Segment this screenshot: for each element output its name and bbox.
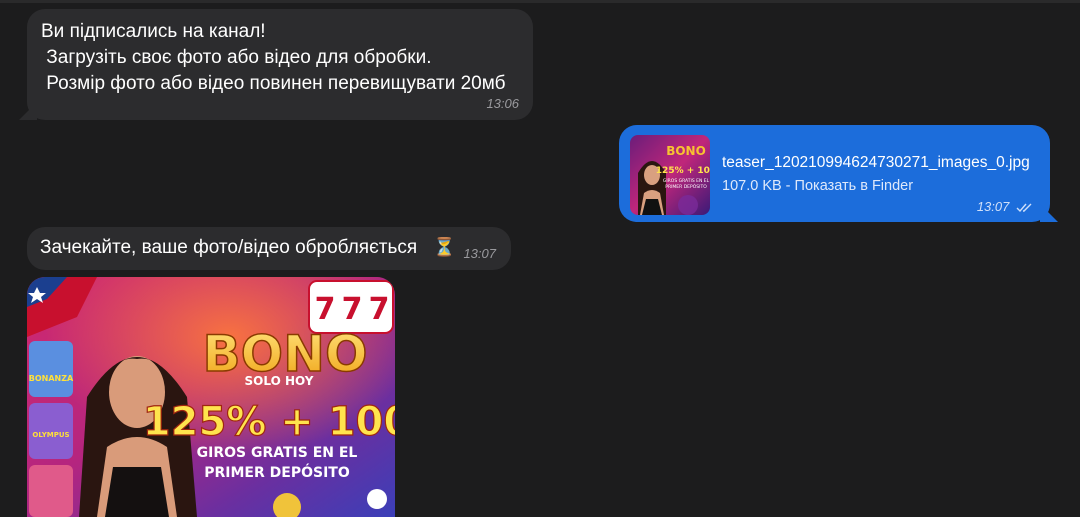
slot-digit: 7 <box>342 292 363 327</box>
message-text: Зачекайте, ваше фото/відео обробляється <box>40 237 418 258</box>
game-tile-label: OLYMPUS <box>32 431 69 439</box>
message-time: 13:07 <box>976 199 1010 214</box>
top-divider <box>0 0 1080 3</box>
promo-line1: GIROS GRATIS EN EL <box>197 445 358 461</box>
file-meta[interactable]: 107.0 KB - Показать в Finder <box>722 178 913 194</box>
thumbnail-image: BONO 125% + 100 GIROS GRATIS EN EL PRIME… <box>630 135 710 215</box>
incoming-photo[interactable]: BONANZA OLYMPUS 7 7 7 BONO SOLO HOY 125%… <box>27 277 395 517</box>
message-time-wrap: 13:07 <box>977 199 1034 214</box>
promo-line2: PRIMER DEPÓSITO <box>204 463 350 481</box>
message-time: 13:06 <box>486 96 519 111</box>
bubble-tail <box>19 102 37 120</box>
thumb-line1: GIROS GRATIS EN EL <box>663 178 710 184</box>
outgoing-file-message[interactable]: BONO 125% + 100 GIROS GRATIS EN EL PRIME… <box>619 125 1058 222</box>
bubble-tail <box>1040 204 1058 222</box>
slot-digit: 7 <box>369 292 390 327</box>
thumb-offer: 125% + 100 <box>656 166 710 176</box>
incoming-message-processing[interactable]: Зачекайте, ваше фото/відео обробляється … <box>27 227 511 270</box>
incoming-message-subscribed[interactable]: Ви підписались на канал! Загрузіть своє … <box>19 9 533 120</box>
message-line: Ви підписались на канал! <box>41 21 266 42</box>
game-tile-label: BONANZA <box>29 374 74 383</box>
message-time: 13:07 <box>463 246 496 261</box>
thumb-line2: PRIMER DEPÓSITO <box>665 183 707 190</box>
file-name-link[interactable]: teaser_120210994624730271_images_0.jpg <box>722 154 1030 172</box>
promo-offer: 125% + 100 <box>143 399 395 445</box>
slot-digit: 7 <box>315 292 336 327</box>
promo-subtitle: SOLO HOY <box>245 374 314 388</box>
double-check-icon <box>1016 203 1032 212</box>
promo-image: BONANZA OLYMPUS 7 7 7 BONO SOLO HOY 125%… <box>27 277 395 517</box>
thumb-title: BONO <box>666 144 706 158</box>
file-thumbnail[interactable]: BONO 125% + 100 GIROS GRATIS EN EL PRIME… <box>630 135 710 215</box>
message-line: Загрузіть своє фото або відео для обробк… <box>41 47 432 68</box>
message-line: Розмір фото або відео повинен перевищува… <box>41 73 506 94</box>
hourglass-icon: ⏳ <box>433 237 456 257</box>
